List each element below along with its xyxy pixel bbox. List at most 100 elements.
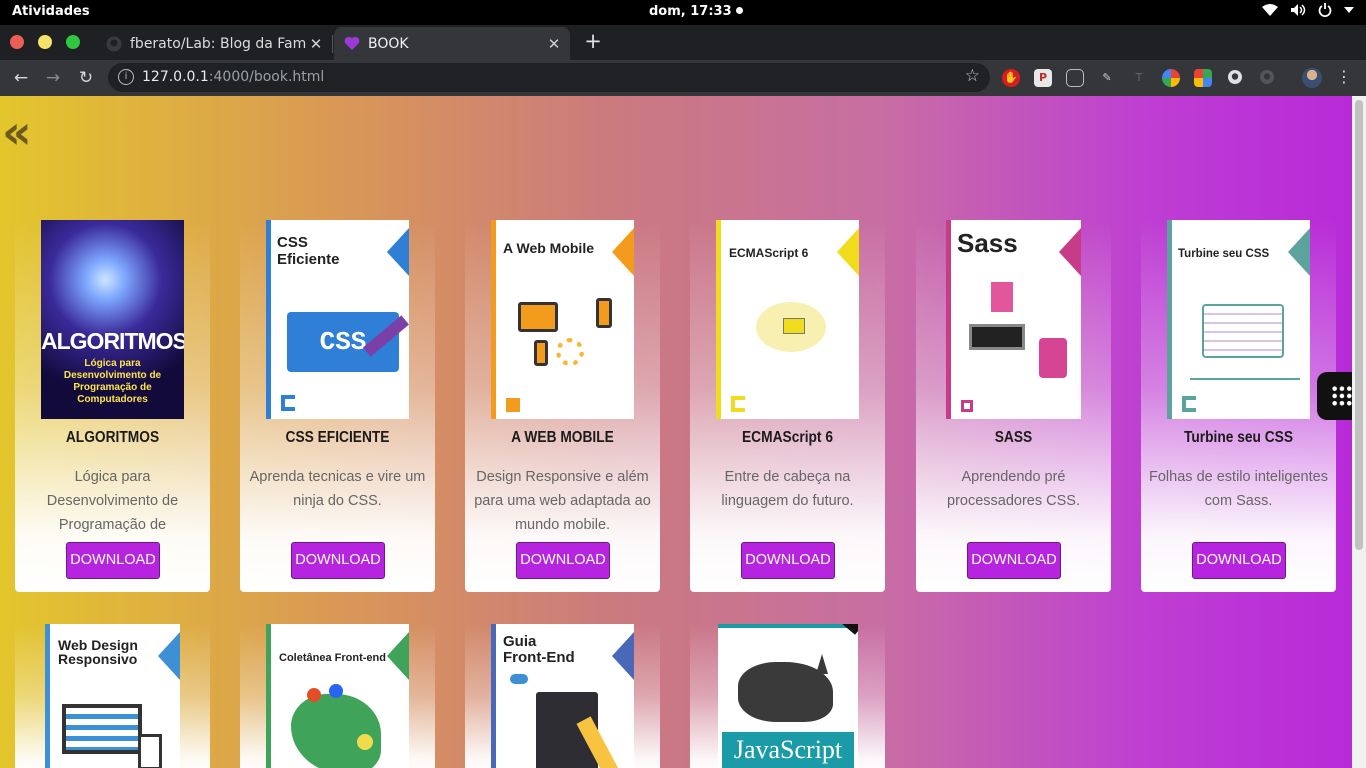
url-text[interactable]: 127.0.0.1:4000/book.html [142, 69, 324, 85]
monitor-graphic [518, 302, 558, 332]
window-close-button[interactable] [10, 35, 24, 49]
book-card: A Web Mobile A WEB MOBILE Design Respons… [465, 220, 660, 592]
close-icon[interactable]: ✕ [306, 35, 326, 53]
tablet-graphic [138, 734, 162, 768]
browser-toolbar: ← → ↻ i 127.0.0.1:4000/book.html ☆ ✋ P ✎… [0, 60, 1366, 96]
book-description: Aprendendo pré processadores CSS. [947, 469, 1080, 509]
clock-text: dom, 17:33 [649, 4, 732, 19]
github-extension-icon[interactable] [1226, 69, 1244, 87]
js-badge [357, 734, 373, 750]
cover-title: Turbine seu CSS [1178, 248, 1270, 260]
book-card: ALGORITMOS Lógica para Desenvolvimento d… [15, 220, 210, 592]
cover-ribbon [837, 228, 859, 276]
cover-ribbon [1288, 228, 1310, 276]
tab-title: fberato/Lab: Blog da Fam [130, 35, 306, 52]
book-cover-turbine-css[interactable]: Turbine seu CSS [1167, 220, 1310, 419]
github-extension-icon-2[interactable] [1258, 69, 1276, 87]
window-maximize-button[interactable] [66, 35, 80, 49]
back-arrow-icon[interactable]: ← [8, 65, 34, 91]
book-card: ECMAScript 6 ECMAScript 6 Entre de cabeç… [690, 220, 885, 592]
cover-title: Guia Front-End [503, 633, 575, 666]
book-cover-algoritmos[interactable]: ALGORITMOS Lógica para Desenvolvimento d… [41, 220, 184, 419]
address-bar[interactable]: i 127.0.0.1:4000/book.html ☆ [108, 63, 990, 92]
reload-icon[interactable]: ↻ [73, 65, 99, 91]
info-icon[interactable]: i [118, 69, 134, 85]
download-button[interactable]: DOWNLOAD [741, 542, 835, 579]
bookmark-star-icon[interactable]: ☆ [965, 66, 980, 86]
download-button[interactable]: DOWNLOAD [967, 542, 1061, 579]
rhino-horn [816, 654, 828, 674]
download-button[interactable]: DOWNLOAD [516, 542, 610, 579]
publisher-logo [281, 395, 295, 411]
book-cover-sass[interactable]: Sass [946, 220, 1081, 419]
grid-dots-icon [1331, 385, 1353, 407]
cover-title: CSS Eficiente [277, 234, 340, 268]
window-minimize-button[interactable] [38, 35, 52, 49]
book-title: Turbine seu CSS [1183, 429, 1294, 446]
browser-menu-icon[interactable]: ⋮ [1336, 67, 1352, 86]
publisher-logo [1182, 396, 1196, 412]
pipe-graphic [1039, 338, 1067, 378]
cover-title: Sass [957, 228, 1018, 258]
tab-title: BOOK [368, 35, 409, 52]
download-button[interactable]: DOWNLOAD [66, 542, 160, 579]
book-title: A WEB MOBILE [511, 429, 614, 446]
cover-title: JavaScript [722, 732, 854, 768]
publisher-logo [731, 396, 745, 412]
chevron-down-icon [1344, 7, 1354, 13]
book-description: Aprenda tecnicas e vire um ninja do CSS. [249, 469, 426, 509]
cover-title: Web Design Responsivo [58, 637, 138, 667]
download-button[interactable]: DOWNLOAD [1192, 542, 1286, 579]
download-button[interactable]: DOWNLOAD [291, 542, 385, 579]
book-cover-web-design-responsivo[interactable]: Web Design Responsivo [45, 624, 180, 768]
map-graphic [291, 694, 381, 768]
wifi-icon [1262, 4, 1278, 16]
book-title: SASS [994, 429, 1033, 446]
cover-title: ALGORITMOS [41, 328, 184, 354]
page-content: « ALGORITMOS Lógica para Desenvolvimento… [0, 96, 1352, 768]
book-cover-css-eficiente[interactable]: CSS Eficiente CSS [266, 220, 409, 419]
power-icon [1318, 3, 1332, 17]
profile-avatar[interactable] [1302, 68, 1322, 88]
color-extension-icon[interactable] [1162, 69, 1180, 87]
system-tray[interactable] [1262, 3, 1354, 17]
clock[interactable]: dom, 17:33 [649, 4, 743, 19]
js-badge-graphic [783, 318, 805, 334]
book-cover-javascript[interactable]: JavaScript [718, 624, 858, 768]
grid-extension-icon[interactable] [1194, 69, 1212, 87]
new-tab-button[interactable]: + [582, 28, 604, 54]
tab-github[interactable]: fberato/Lab: Blog da Fam ✕ [96, 27, 332, 60]
pdf-extension-icon[interactable]: P [1034, 69, 1052, 87]
book-cover-coletanea[interactable]: Coletânea Front-end [266, 624, 409, 768]
purple-heart-icon [344, 36, 360, 52]
book-cover-guia-front-end[interactable]: Guia Front-End [491, 624, 634, 768]
tab-strip: fberato/Lab: Blog da Fam ✕ BOOK ✕ [0, 25, 1366, 60]
book-cover-web-mobile[interactable]: A Web Mobile [491, 220, 634, 419]
close-icon[interactable]: ✕ [544, 35, 564, 53]
book-title: ECMAScript 6 [742, 429, 833, 446]
back-chevron-icon[interactable]: « [2, 104, 32, 160]
gear-graphic [556, 338, 584, 366]
cover-title: ECMAScript 6 [729, 246, 809, 260]
book-card: Turbine seu CSS Turbine seu CSS Folhas d… [1141, 220, 1336, 592]
monitor-graphic [1202, 304, 1284, 358]
cover-ribbon [387, 632, 409, 680]
scrollbar-thumb[interactable] [1355, 100, 1363, 550]
book-card: Sass SASS Aprendendo pré processadores C… [916, 220, 1111, 592]
book-card: CSS Eficiente CSS CSS EFICIENTE Aprenda … [240, 220, 435, 592]
activities-button[interactable]: Atividades [12, 4, 90, 19]
text-extension-icon[interactable]: T [1130, 69, 1148, 87]
cover-ribbon [387, 228, 409, 276]
pocket-extension-icon[interactable] [1066, 69, 1084, 87]
pen-extension-icon[interactable]: ✎ [1098, 69, 1116, 87]
book-description: Entre de cabeça na linguagem do futuro. [721, 469, 854, 509]
tab-book[interactable]: BOOK ✕ [334, 27, 570, 60]
phone-graphic [596, 298, 612, 328]
publisher-logo [506, 398, 520, 412]
adblock-extension-icon[interactable]: ✋ [1002, 69, 1020, 87]
book-card: JavaScript [690, 624, 885, 768]
forward-arrow-icon[interactable]: → [40, 65, 66, 91]
book-title: ALGORITMOS [65, 429, 160, 446]
book-cover-ecmascript[interactable]: ECMAScript 6 [716, 220, 859, 419]
page-scrollbar[interactable] [1352, 96, 1366, 768]
